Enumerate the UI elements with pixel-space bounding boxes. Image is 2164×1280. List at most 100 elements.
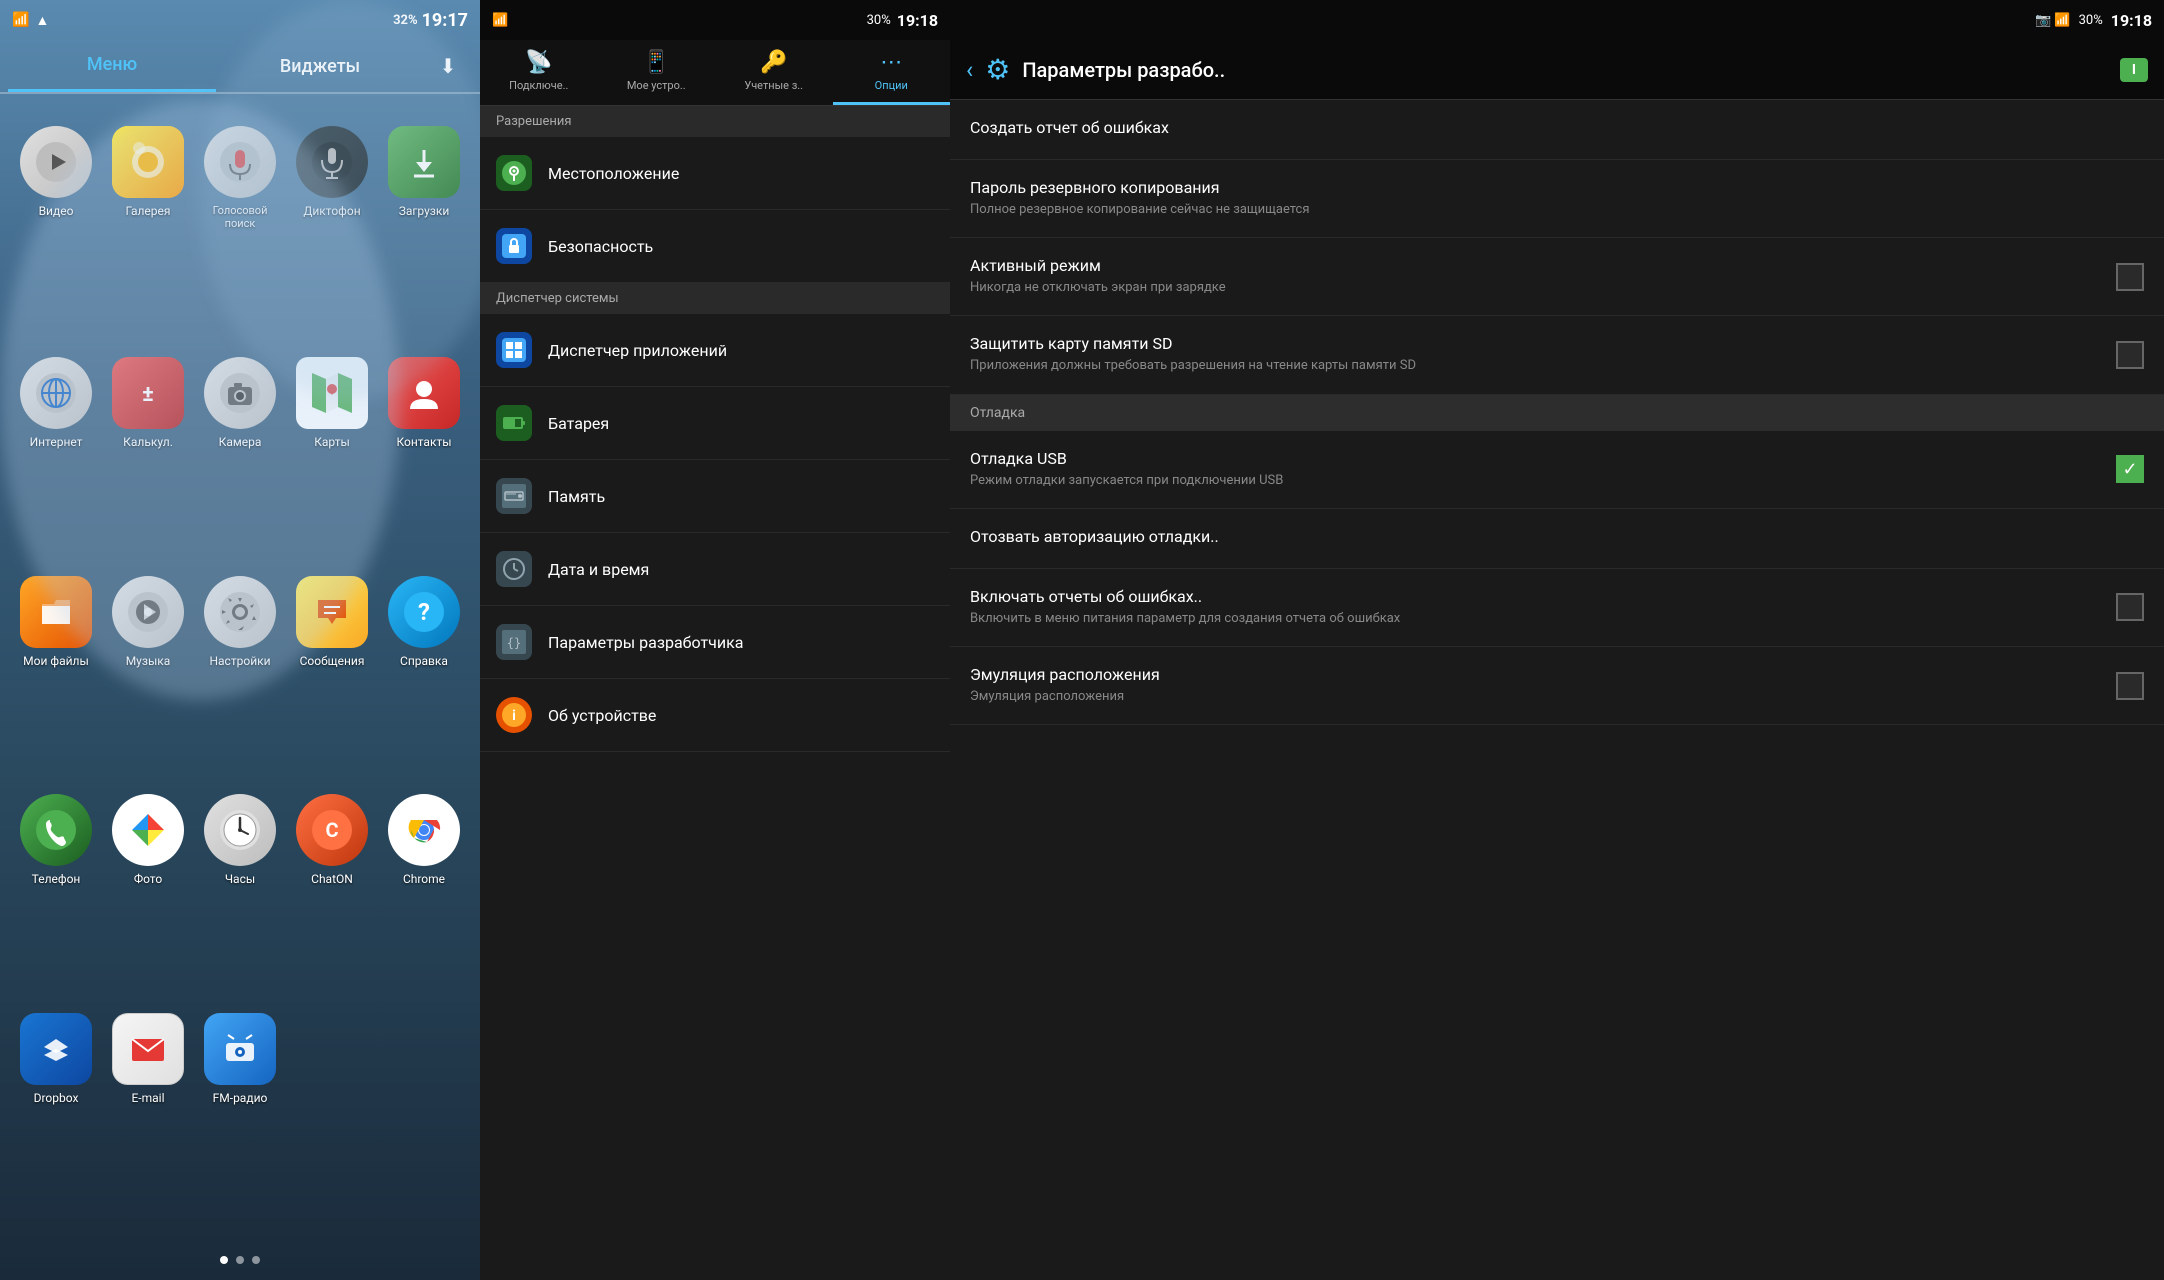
stayawake-checkbox[interactable] xyxy=(2116,263,2144,291)
datetime-icon xyxy=(496,551,532,587)
connections-icon: 📡 xyxy=(525,50,552,75)
app-video[interactable]: Видео xyxy=(10,114,102,345)
settings-time: 19:18 xyxy=(897,11,938,30)
app-help[interactable]: ? Справка xyxy=(378,564,470,783)
dev-time: 19:18 xyxy=(2111,11,2152,30)
tab-mydevice[interactable]: 📱 Мое устро.. xyxy=(598,40,716,105)
app-label-help: Справка xyxy=(400,654,448,668)
app-icon-downloads xyxy=(388,126,460,198)
app-label-chrome: Chrome xyxy=(403,872,445,886)
tab-menu[interactable]: Меню xyxy=(8,40,216,92)
app-fmradio[interactable]: FM-радио xyxy=(194,1001,286,1220)
app-email[interactable]: E-mail xyxy=(102,1001,194,1220)
dev-item-bugreport-content: Создать отчет об ошибках xyxy=(970,118,2144,141)
settings-item-datetime[interactable]: Дата и время xyxy=(480,533,950,606)
status-bar-right: 32% 19:17 xyxy=(393,10,468,31)
app-label-photos: Фото xyxy=(134,872,162,886)
dev-item-usbdebug[interactable]: Отладка USB Режим отладки запускается пр… xyxy=(950,431,2164,509)
tab-options[interactable]: ⋯ Опции xyxy=(833,40,951,105)
dot-2[interactable] xyxy=(236,1256,244,1264)
home-screen: 📶 ▲ 32% 19:17 Меню Виджеты ⬇ Видео xyxy=(0,0,480,1280)
settings-item-about[interactable]: i Об устройстве xyxy=(480,679,950,752)
app-icon-gallery xyxy=(112,126,184,198)
app-photos[interactable]: Фото xyxy=(102,782,194,1001)
settings-item-developer[interactable]: {} Параметры разработчика xyxy=(480,606,950,679)
home-tabs: Меню Виджеты ⬇ xyxy=(0,40,480,94)
app-messages[interactable]: Сообщения xyxy=(286,564,378,783)
dev-item-revokedebug[interactable]: Отозвать авторизацию отладки.. xyxy=(950,509,2164,569)
app-calc[interactable]: ± Калькул. xyxy=(102,345,194,564)
app-dropbox[interactable]: Dropbox xyxy=(10,1001,102,1220)
dev-item-sdcard[interactable]: Защитить карту памяти SD Приложения долж… xyxy=(950,316,2164,394)
options-icon: ⋯ xyxy=(880,50,902,75)
app-icon-dropbox xyxy=(20,1013,92,1085)
dev-item-mocklocation-content: Эмуляция расположения Эмуляция расположе… xyxy=(970,665,2100,706)
settings-section-system: Диспетчер системы xyxy=(480,283,950,314)
dev-item-stayawake[interactable]: Активный режим Никогда не отключать экра… xyxy=(950,238,2164,316)
app-gallery[interactable]: Галерея xyxy=(102,114,194,345)
app-contacts[interactable]: Контакты xyxy=(378,345,470,564)
errorreports-checkbox[interactable] xyxy=(2116,593,2144,621)
dev-item-backuppass[interactable]: Пароль резервного копирования Полное рез… xyxy=(950,160,2164,238)
app-maps[interactable]: Карты xyxy=(286,345,378,564)
app-label-phone: Телефон xyxy=(32,872,81,886)
app-music[interactable]: Музыка xyxy=(102,564,194,783)
app-label-chaton: ChatON xyxy=(311,872,353,886)
app-label-email: E-mail xyxy=(131,1091,164,1105)
app-voice[interactable]: Голосовой поиск xyxy=(194,114,286,345)
back-button[interactable]: ‹ xyxy=(966,56,973,84)
developer-content: Создать отчет об ошибках Пароль резервно… xyxy=(950,100,2164,1280)
app-icon-messages xyxy=(296,576,368,648)
dev-item-errorreports[interactable]: Включать отчеты об ошибках.. Включить в … xyxy=(950,569,2164,647)
app-label-dictophone: Диктофон xyxy=(303,204,360,218)
app-camera[interactable]: Камера xyxy=(194,345,286,564)
app-internet[interactable]: Интернет xyxy=(10,345,102,564)
app-icon-camera xyxy=(204,357,276,429)
settings-panel: 📶 30% 19:18 📡 Подключе.. 📱 Мое устро.. 🔑… xyxy=(480,0,950,1280)
app-label-downloads: Загрузки xyxy=(399,204,450,218)
sdcard-checkbox[interactable] xyxy=(2116,341,2144,369)
app-myfiles[interactable]: Мои файлы xyxy=(10,564,102,783)
app-chrome[interactable]: Chrome xyxy=(378,782,470,1001)
page-dots xyxy=(0,1240,480,1280)
mocklocation-checkbox[interactable] xyxy=(2116,672,2144,700)
app-downloads[interactable]: Загрузки xyxy=(378,114,470,345)
dev-section-debug: Отладка xyxy=(950,395,2164,431)
app-settings[interactable]: Настройки xyxy=(194,564,286,783)
settings-item-battery[interactable]: Батарея xyxy=(480,387,950,460)
app-dictophone[interactable]: Диктофон xyxy=(286,114,378,345)
appmanager-icon xyxy=(496,332,532,368)
app-phone[interactable]: Телефон xyxy=(10,782,102,1001)
wifi-icon: 📶 xyxy=(12,12,29,28)
settings-tabs: 📡 Подключе.. 📱 Мое устро.. 🔑 Учетные з..… xyxy=(480,40,950,106)
settings-item-security[interactable]: Безопасность xyxy=(480,210,950,283)
status-bar-left: 📶 ▲ xyxy=(12,12,49,29)
mydevice-icon: 📱 xyxy=(643,50,670,75)
about-icon: i xyxy=(496,697,532,733)
settings-item-storage[interactable]: Память xyxy=(480,460,950,533)
tab-accounts[interactable]: 🔑 Учетные з.. xyxy=(715,40,833,105)
dot-1[interactable] xyxy=(220,1256,228,1264)
settings-item-location[interactable]: Местоположение xyxy=(480,137,950,210)
app-clock[interactable]: Часы xyxy=(194,782,286,1001)
app-label-messages: Сообщения xyxy=(300,654,365,668)
app-label-gallery: Галерея xyxy=(126,204,171,218)
usbdebug-checkbox[interactable]: ✓ xyxy=(2116,455,2144,483)
settings-item-appmanager[interactable]: Диспетчер приложений xyxy=(480,314,950,387)
developer-icon: {} xyxy=(496,624,532,660)
tab-connections[interactable]: 📡 Подключе.. xyxy=(480,40,598,105)
dev-item-mocklocation[interactable]: Эмуляция расположения Эмуляция расположе… xyxy=(950,647,2164,725)
app-icon-video xyxy=(20,126,92,198)
dev-item-backuppass-content: Пароль резервного копирования Полное рез… xyxy=(970,178,2144,219)
app-icon-fmradio xyxy=(204,1013,276,1085)
app-icon-chrome xyxy=(388,794,460,866)
app-icon-calc: ± xyxy=(112,357,184,429)
download-tab-button[interactable]: ⬇ xyxy=(424,54,472,78)
tab-widgets[interactable]: Виджеты xyxy=(216,42,424,91)
dev-item-errorreports-content: Включать отчеты об ошибках.. Включить в … xyxy=(970,587,2100,628)
dot-3[interactable] xyxy=(252,1256,260,1264)
dev-item-bugreport[interactable]: Создать отчет об ошибках xyxy=(950,100,2164,160)
app-chaton[interactable]: C ChatON xyxy=(286,782,378,1001)
signal-icon: ▲ xyxy=(35,12,49,29)
app-icon-internet xyxy=(20,357,92,429)
